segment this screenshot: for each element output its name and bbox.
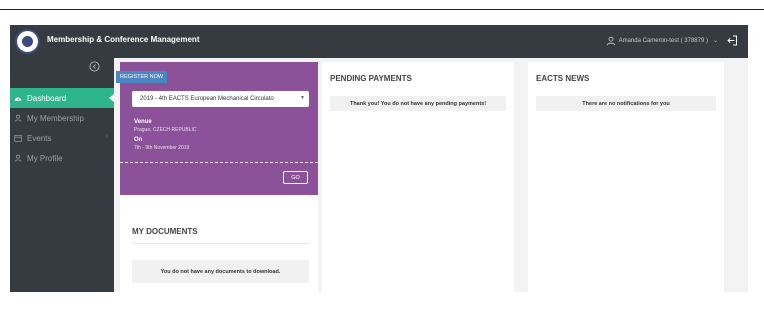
collapse-sidebar-icon[interactable] — [89, 61, 100, 72]
pending-payments-panel: PENDING PAYMENTS Thank you! You do not h… — [322, 62, 514, 292]
sidebar-item-label: Events — [27, 133, 52, 143]
calendar-icon — [14, 135, 22, 142]
top-divider — [0, 9, 764, 10]
register-now-ribbon: REGISTER NOW — [116, 71, 168, 83]
sidebar-item-my-profile[interactable]: My Profile — [10, 148, 114, 168]
documents-empty-message: You do not have any documents to downloa… — [132, 260, 309, 283]
user-name[interactable]: Amanda Cameron-test ( 378879 ) — [619, 38, 708, 44]
documents-title: MY DOCUMENTS — [132, 227, 198, 236]
sidebar-nav: Dashboard My Membership Events › My Prof… — [10, 88, 115, 168]
news-title: EACTS NEWS — [536, 74, 590, 83]
register-card: REGISTER NOW 2019 - 4th EACTS European M… — [116, 62, 318, 195]
chevron-down-icon[interactable]: ⌄ — [713, 37, 718, 44]
app-logo[interactable] — [15, 29, 40, 54]
main-content: REGISTER NOW 2019 - 4th EACTS European M… — [114, 58, 748, 292]
user-icon — [606, 36, 615, 45]
documents-divider — [132, 243, 309, 244]
conference-select-value: 2019 - 4th EACTS European Mechanical Cir… — [140, 96, 274, 102]
app-title: Membership & Conference Management — [47, 35, 200, 44]
venue-value: Prague, CZECH REPUBLIC — [134, 127, 197, 133]
sidebar-item-label: Dashboard — [27, 93, 67, 103]
date-label: On — [134, 137, 143, 143]
sidebar-item-events[interactable]: Events › — [10, 128, 114, 148]
dashboard-icon — [14, 97, 22, 101]
sidebar-item-dashboard[interactable]: Dashboard — [10, 88, 115, 108]
logout-icon[interactable] — [726, 34, 739, 47]
news-message: There are no notifications for you — [536, 96, 716, 111]
app-header: Membership & Conference Management Amand… — [10, 25, 748, 58]
conference-select[interactable]: 2019 - 4th EACTS European Mechanical Cir… — [132, 91, 309, 107]
venue-label: Venue — [134, 119, 152, 125]
sidebar-item-my-membership[interactable]: My Membership — [10, 108, 114, 128]
pending-payments-message: Thank you! You do not have any pending p… — [330, 96, 506, 111]
membership-icon — [14, 114, 22, 122]
sidebar-item-label: My Membership — [27, 113, 84, 123]
news-panel: EACTS NEWS There are no notifications fo… — [528, 62, 724, 292]
dashed-divider — [120, 162, 318, 163]
date-value: 7th - 9th November 2019 — [134, 145, 190, 151]
go-button[interactable]: GO — [283, 171, 308, 184]
profile-icon — [14, 154, 22, 162]
user-menu[interactable]: Amanda Cameron-test ( 378879 ) ⌄ — [606, 34, 739, 47]
left-column: REGISTER NOW 2019 - 4th EACTS European M… — [116, 62, 318, 292]
pending-payments-title: PENDING PAYMENTS — [330, 74, 412, 83]
chevron-right-icon: › — [105, 133, 108, 140]
sidebar-item-label: My Profile — [27, 153, 63, 163]
sidebar: Dashboard My Membership Events › My Prof… — [10, 58, 115, 292]
chevron-down-icon: ▼ — [300, 95, 305, 101]
